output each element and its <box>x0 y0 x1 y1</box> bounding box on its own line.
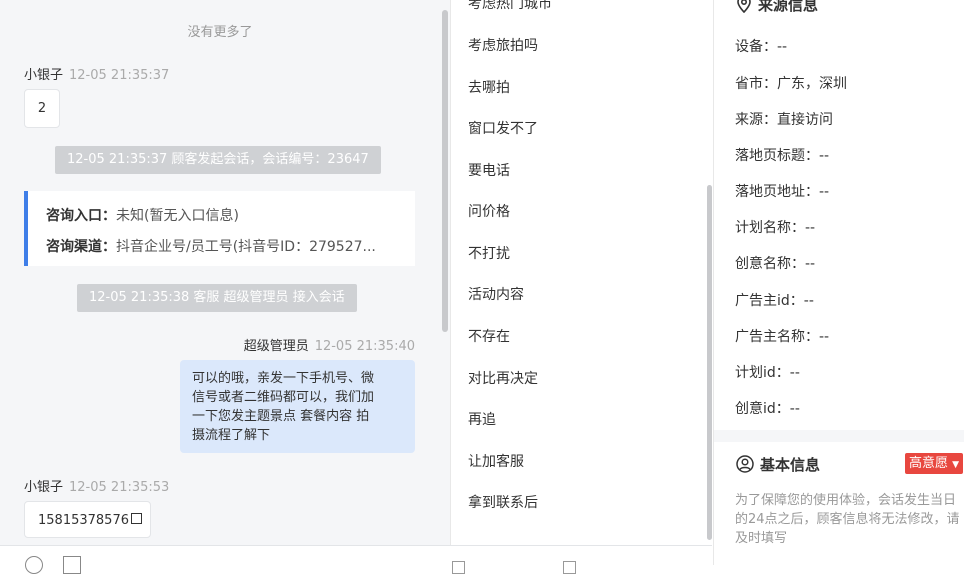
consult-info-card: 咨询入口：未知(暂无入口信息) 咨询渠道：抖音企业号/员工号(抖音号ID：279… <box>24 191 415 266</box>
edit-deadline-notice: 为了保障您的使用体验，会话发生当日的24点之后，顾客信息将无法修改，请及时填写 <box>735 493 960 546</box>
source-field: 设备：-- <box>735 39 788 55</box>
quick-reply-item[interactable]: 不存在 <box>468 326 510 346</box>
option-checkbox[interactable] <box>452 561 465 574</box>
source-field: 创意名称：-- <box>735 256 816 272</box>
message-line: 可以的哦，亲发一下手机号、微 <box>192 371 375 386</box>
customer-message[interactable]: 2 <box>24 89 60 128</box>
customer-message[interactable]: 15815378576 <box>24 501 151 538</box>
source-field: 来源：直接访问 <box>735 112 833 128</box>
channel-label: 咨询渠道： <box>46 239 116 255</box>
copy-icon[interactable] <box>130 513 142 524</box>
basic-info-header: 基本信息 <box>736 454 820 475</box>
quick-reply-item[interactable]: 要电话 <box>468 160 510 180</box>
quick-reply-item[interactable]: 拿到联系后 <box>468 492 538 512</box>
message-time: 12-05 21:35:37 <box>69 68 170 83</box>
section-title: 基本信息 <box>760 456 821 474</box>
message-line: 信号或者二维码都可以，我们加 <box>192 390 375 405</box>
source-field: 计划名称：-- <box>735 220 816 236</box>
input-toolbar <box>0 545 712 574</box>
source-field: 省市：广东，深圳 <box>735 76 847 92</box>
no-more-hint: 没有更多了 <box>187 25 253 40</box>
quick-reply-item[interactable]: 考虑热门城市 <box>468 0 552 13</box>
emoji-icon[interactable] <box>25 556 43 574</box>
message-time: 12-05 21:35:53 <box>69 480 170 495</box>
quick-reply-item[interactable]: 去哪拍 <box>468 77 510 97</box>
section-title: 来源信息 <box>758 0 819 14</box>
quick-reply-item[interactable]: 问价格 <box>468 201 510 221</box>
source-field: 计划id：-- <box>735 365 800 381</box>
sender-name: 小银子 <box>24 68 64 83</box>
quick-reply-item[interactable]: 窗口发不了 <box>468 118 538 138</box>
quick-reply-scrollbar[interactable] <box>707 185 712 540</box>
image-icon[interactable] <box>63 556 81 574</box>
message-line: 摄流程了解下 <box>192 428 271 443</box>
system-message: 12-05 21:35:37 顾客发起会话，会话编号：23647 <box>55 146 381 174</box>
quick-reply-item[interactable]: 活动内容 <box>468 284 524 304</box>
agent-message[interactable]: 可以的哦，亲发一下手机号、微 信号或者二维码都可以，我们加 一下您发主题景点 套… <box>180 360 415 453</box>
entry-value: 未知(暂无入口信息) <box>116 208 239 224</box>
sender-name: 小银子 <box>24 480 64 495</box>
quick-reply-item[interactable]: 不打扰 <box>468 243 510 263</box>
message-line: 一下您发主题景点 套餐内容 拍 <box>192 409 370 424</box>
message-sender: 小银子 12-05 21:35:53 <box>24 476 169 495</box>
chat-scrollbar[interactable] <box>442 10 448 332</box>
chat-panel[interactable]: 没有更多了 小银子 12-05 21:35:37 2 12-05 21:35:37… <box>0 0 450 545</box>
quick-reply-item[interactable]: 对比再决定 <box>468 368 538 388</box>
message-time: 12-05 21:35:40 <box>314 339 415 354</box>
quick-reply-item[interactable]: 让加客服 <box>468 451 524 471</box>
chevron-down-icon: ▼ <box>952 460 960 470</box>
quick-reply-item[interactable]: 考虑旅拍吗 <box>468 35 538 55</box>
entry-label: 咨询入口： <box>46 208 116 224</box>
quick-reply-item[interactable]: 再追 <box>468 409 496 429</box>
section-divider <box>714 430 964 442</box>
channel-value: 抖音企业号/员工号(抖音号ID：279527... <box>116 239 376 255</box>
intent-level-dropdown[interactable]: 高意愿 ▼ <box>905 453 964 474</box>
intent-label: 高意愿 <box>909 456 949 471</box>
option-checkbox[interactable] <box>563 561 576 574</box>
quick-reply-list: 考虑热门城市 考虑旅拍吗 去哪拍 窗口发不了 要电话 问价格 不打扰 活动内容 … <box>450 0 713 545</box>
user-circle-icon <box>736 455 754 473</box>
location-pin-icon <box>737 0 751 14</box>
source-field: 创意id：-- <box>735 401 800 417</box>
source-field: 落地页标题：-- <box>735 148 830 164</box>
sender-name: 超级管理员 <box>243 339 309 354</box>
source-info-header: 来源信息 <box>736 0 818 15</box>
source-field: 广告主名称：-- <box>735 329 830 345</box>
source-field: 落地页地址：-- <box>735 184 830 200</box>
system-message: 12-05 21:35:38 客服 超级管理员 接入会话 <box>77 284 357 312</box>
message-sender: 小银子 12-05 21:35:37 <box>24 64 169 83</box>
message-text: 15815378576 <box>38 513 129 528</box>
message-sender: 超级管理员 12-05 21:35:40 <box>244 335 415 354</box>
customer-info-panel: 来源信息 设备：-- 省市：广东，深圳 来源：直接访问 落地页标题：-- 落地页… <box>713 0 964 565</box>
source-field: 广告主id：-- <box>735 293 814 309</box>
message-text: 2 <box>37 101 47 116</box>
